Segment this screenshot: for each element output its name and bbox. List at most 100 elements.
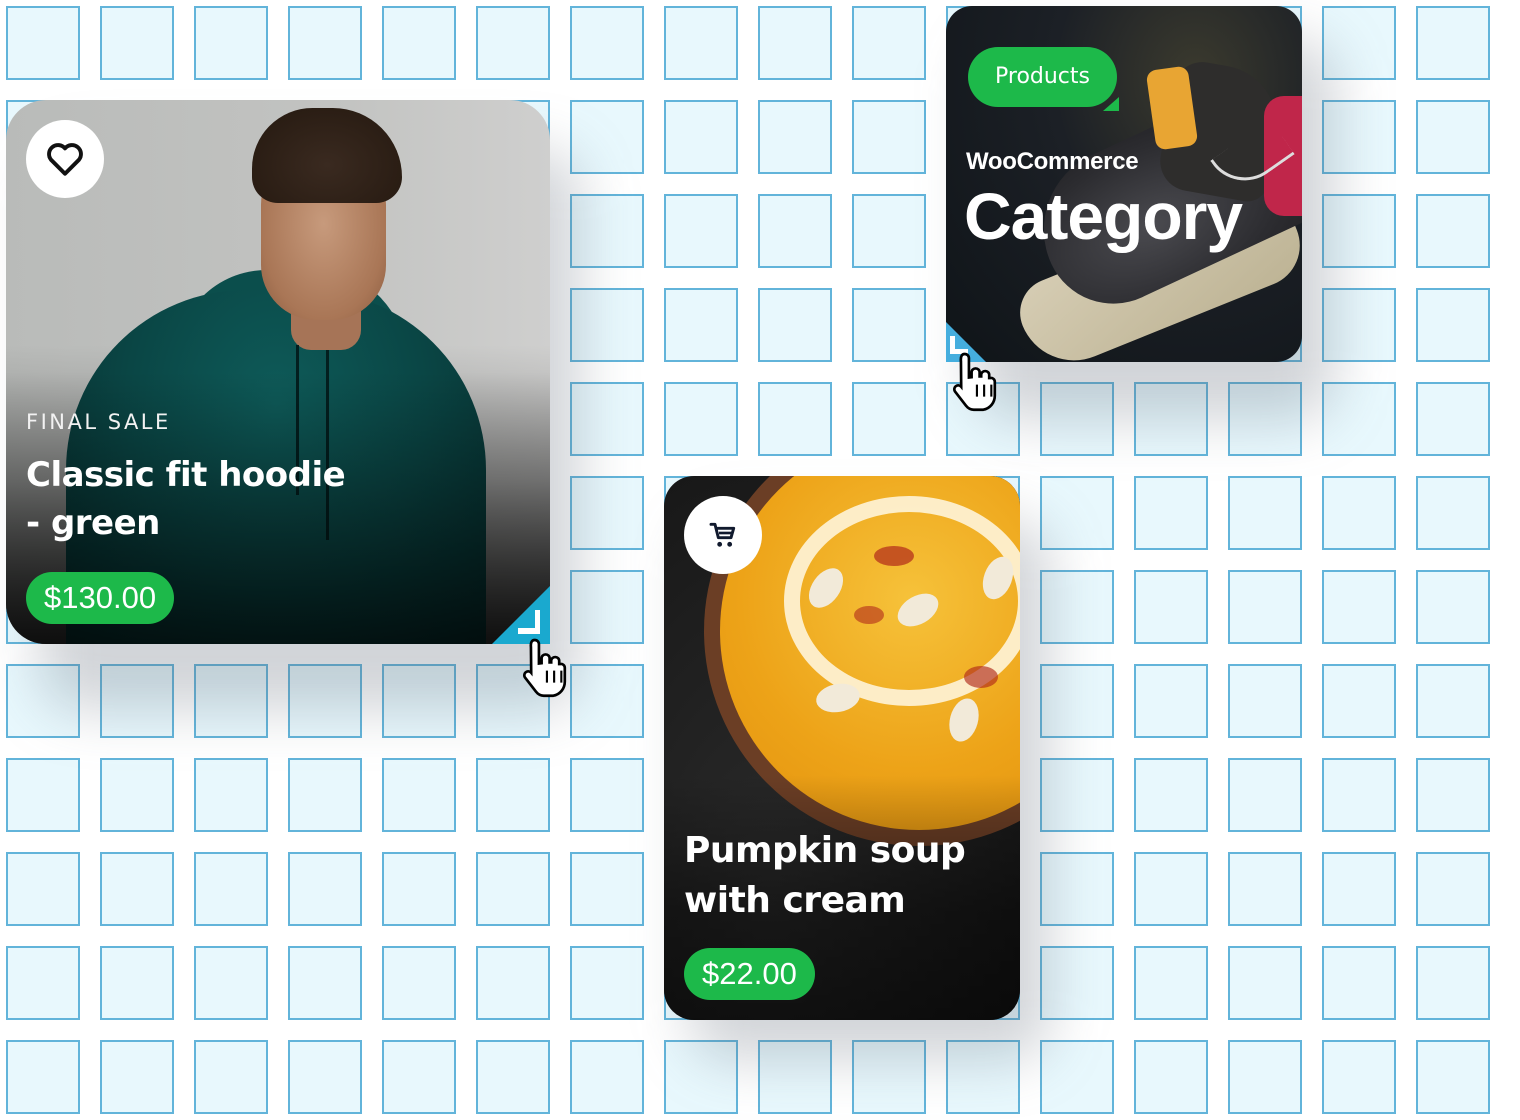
grid-cell bbox=[570, 476, 644, 550]
grid-cell bbox=[288, 946, 362, 1020]
grid-cell bbox=[1322, 382, 1396, 456]
grid-cell bbox=[382, 758, 456, 832]
category-subtitle: WooCommerce bbox=[966, 148, 1139, 175]
grid-cell bbox=[1228, 570, 1302, 644]
grid-cell bbox=[1416, 288, 1490, 362]
grid-cell bbox=[852, 382, 926, 456]
grid-cell bbox=[1228, 1040, 1302, 1114]
grid-cell bbox=[758, 100, 832, 174]
grid-cell bbox=[664, 100, 738, 174]
grid-cell bbox=[570, 1040, 644, 1114]
grid-cell bbox=[1416, 194, 1490, 268]
add-to-cart-button[interactable] bbox=[684, 496, 762, 574]
grid-cell bbox=[570, 382, 644, 456]
grid-cell bbox=[476, 852, 550, 926]
resize-handle-mark bbox=[535, 610, 540, 630]
category-title[interactable]: Category bbox=[964, 178, 1243, 254]
grid-cell bbox=[194, 6, 268, 80]
grid-cell bbox=[6, 852, 80, 926]
grid-cell bbox=[1416, 476, 1490, 550]
grid-cell bbox=[1416, 382, 1490, 456]
grid-cell bbox=[1416, 946, 1490, 1020]
grid-cell bbox=[664, 382, 738, 456]
grid-cell bbox=[664, 194, 738, 268]
resize-handle-mark bbox=[950, 336, 955, 350]
grid-cell bbox=[852, 6, 926, 80]
grid-cell bbox=[1134, 476, 1208, 550]
grid-cell bbox=[288, 758, 362, 832]
grid-cell bbox=[1040, 664, 1114, 738]
grid-cell bbox=[570, 6, 644, 80]
price-badge: $130.00 bbox=[26, 572, 175, 624]
hand-cursor-icon bbox=[522, 638, 567, 698]
grid-cell bbox=[1040, 852, 1114, 926]
grid-cell bbox=[1322, 476, 1396, 550]
grid-cell bbox=[100, 946, 174, 1020]
grid-cell bbox=[288, 852, 362, 926]
grid-cell bbox=[1416, 1040, 1490, 1114]
grid-cell bbox=[382, 852, 456, 926]
product-title[interactable]: Classic fit hoodie - green bbox=[26, 452, 356, 547]
wishlist-button[interactable] bbox=[26, 120, 104, 198]
grid-cell bbox=[288, 1040, 362, 1114]
speech-bubble-tail bbox=[1103, 97, 1119, 111]
products-tag[interactable]: Products bbox=[968, 47, 1119, 111]
grid-cell bbox=[1040, 476, 1114, 550]
grid-cell bbox=[1416, 570, 1490, 644]
grid-cell bbox=[6, 1040, 80, 1114]
grid-cell bbox=[476, 6, 550, 80]
grid-cell bbox=[100, 852, 174, 926]
grid-cell bbox=[194, 946, 268, 1020]
grid-cell bbox=[570, 194, 644, 268]
grid-cell bbox=[6, 946, 80, 1020]
grid-cell bbox=[1134, 664, 1208, 738]
grid-cell bbox=[194, 758, 268, 832]
grid-cell bbox=[1040, 946, 1114, 1020]
grid-cell bbox=[570, 100, 644, 174]
grid-cell bbox=[1416, 758, 1490, 832]
grid-cell bbox=[1228, 946, 1302, 1020]
sale-label: FINAL SALE bbox=[26, 410, 171, 434]
grid-cell bbox=[1322, 758, 1396, 832]
grid-cell bbox=[100, 1040, 174, 1114]
grid-cell bbox=[288, 6, 362, 80]
grid-cell bbox=[1416, 6, 1490, 80]
soup-product-card[interactable]: Pumpkin soup with cream $22.00 bbox=[664, 476, 1020, 1020]
heart-icon bbox=[47, 143, 83, 176]
grid-cell bbox=[570, 288, 644, 362]
grid-cell bbox=[476, 1040, 550, 1114]
grid-cell bbox=[1228, 852, 1302, 926]
grid-cell bbox=[476, 758, 550, 832]
grid-cell bbox=[194, 852, 268, 926]
grid-cell bbox=[382, 6, 456, 80]
grid-cell bbox=[570, 758, 644, 832]
grid-cell bbox=[1134, 852, 1208, 926]
grid-cell bbox=[1416, 852, 1490, 926]
grid-cell bbox=[1322, 664, 1396, 738]
grid-cell bbox=[1134, 1040, 1208, 1114]
grid-cell bbox=[382, 1040, 456, 1114]
grid-cell bbox=[570, 570, 644, 644]
hoodie-product-card[interactable]: FINAL SALE Classic fit hoodie - green $1… bbox=[6, 100, 550, 644]
grid-cell bbox=[1134, 570, 1208, 644]
grid-cell bbox=[1040, 758, 1114, 832]
grid-cell bbox=[1416, 100, 1490, 174]
grid-cell bbox=[1322, 946, 1396, 1020]
product-title[interactable]: Pumpkin soup with cream bbox=[684, 826, 984, 927]
grid-cell bbox=[570, 664, 644, 738]
grid-cell bbox=[382, 946, 456, 1020]
grid-cell bbox=[1322, 570, 1396, 644]
products-tag-label: Products bbox=[995, 64, 1090, 89]
grid-cell bbox=[1228, 664, 1302, 738]
category-card[interactable]: Products WooCommerce Category bbox=[946, 6, 1302, 362]
grid-cell bbox=[664, 288, 738, 362]
grid-cell bbox=[852, 288, 926, 362]
grid-cell bbox=[758, 6, 832, 80]
grid-cell bbox=[1228, 476, 1302, 550]
grid-cell bbox=[100, 758, 174, 832]
grid-cell bbox=[1040, 570, 1114, 644]
grid-cell bbox=[476, 946, 550, 1020]
grid-cell bbox=[1228, 758, 1302, 832]
cart-icon bbox=[709, 522, 736, 547]
grid-cell bbox=[570, 946, 644, 1020]
